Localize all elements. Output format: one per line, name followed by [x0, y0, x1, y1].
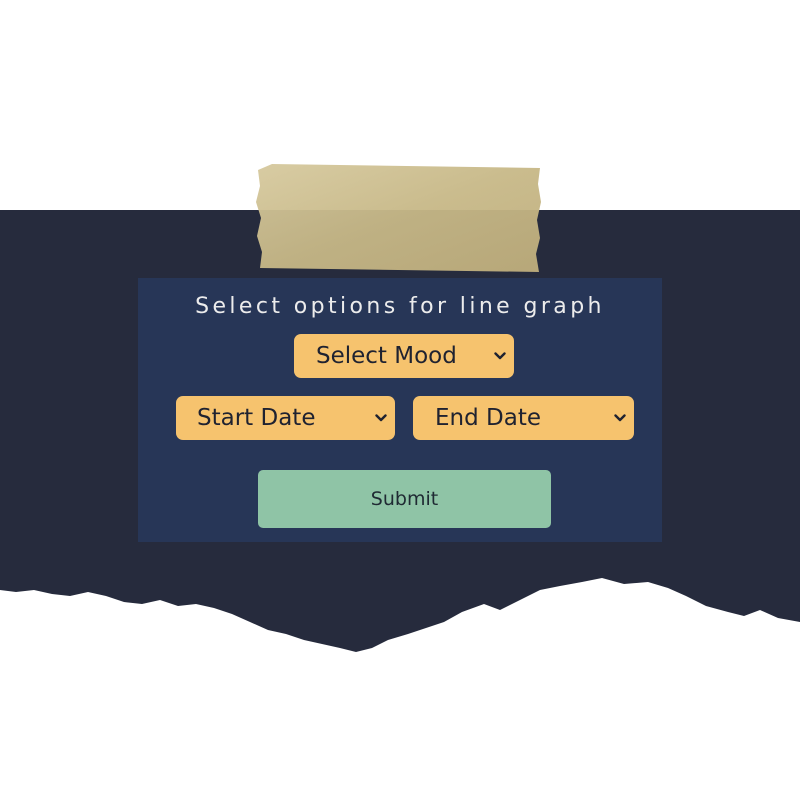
- chevron-down-icon: [494, 352, 506, 360]
- end-date-select[interactable]: End Date: [413, 396, 634, 440]
- submit-button[interactable]: Submit: [258, 470, 551, 528]
- form-title: Select options for line graph: [195, 294, 605, 319]
- masking-tape: [256, 164, 541, 272]
- start-date-select-value: Start Date: [197, 405, 316, 431]
- chevron-down-icon: [614, 414, 626, 422]
- mood-select-value: Select Mood: [316, 343, 457, 369]
- chevron-down-icon: [375, 414, 387, 422]
- mood-select[interactable]: Select Mood: [294, 334, 514, 378]
- end-date-select-value: End Date: [435, 405, 541, 431]
- start-date-select[interactable]: Start Date: [176, 396, 395, 440]
